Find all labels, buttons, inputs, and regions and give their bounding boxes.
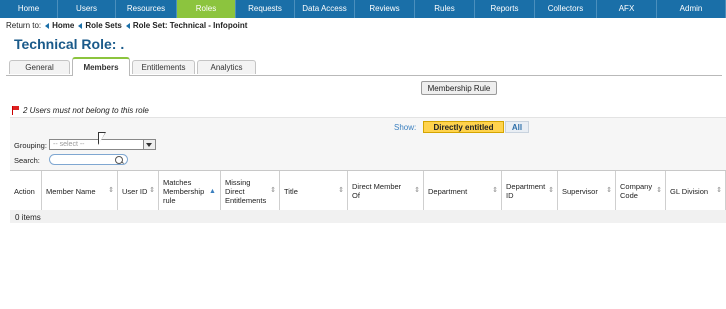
sort-icon: ⇕	[716, 187, 722, 194]
breadcrumb: Return to: Home Role Sets Role Set: Tech…	[6, 21, 247, 30]
column-header-direct-member-of[interactable]: Direct Member Of ⇕	[348, 171, 424, 211]
tab-members[interactable]: Members	[72, 57, 130, 76]
items-count: 0 items	[15, 213, 41, 222]
tab-entitlements[interactable]: Entitlements	[132, 60, 195, 74]
sort-icon: ⇕	[548, 187, 554, 194]
column-header-label: Title	[284, 186, 298, 196]
nav-requests[interactable]: Requests	[236, 0, 295, 18]
search-input[interactable]	[49, 154, 128, 165]
column-header-label: Supervisor	[562, 186, 598, 196]
search-icon[interactable]	[115, 156, 123, 164]
arrow-left-icon	[45, 22, 50, 29]
nav-reports[interactable]: Reports	[475, 0, 535, 18]
breadcrumb-label[interactable]: Role Sets	[85, 21, 121, 30]
column-header-label: User ID	[122, 186, 148, 196]
search-label: Search:	[14, 156, 40, 165]
breadcrumb-label[interactable]: Role Set: Technical - Infopoint	[133, 21, 248, 30]
arrow-left-icon	[78, 22, 83, 29]
breadcrumb-prefix: Return to:	[6, 21, 42, 30]
top-navigation: Home Users Resources Roles Requests Data…	[0, 0, 726, 18]
column-header-department-id[interactable]: Department ID ⇕	[502, 171, 558, 211]
column-header-label: Action	[14, 186, 35, 196]
nav-afx[interactable]: AFX	[597, 0, 657, 18]
breadcrumb-role-set[interactable]: Role Set: Technical - Infopoint	[125, 21, 248, 30]
show-directly-entitled-button[interactable]: Directly entitled	[423, 121, 504, 133]
sort-icon: ⇕	[270, 187, 276, 194]
sort-icon: ⇕	[606, 187, 612, 194]
membership-rule-button[interactable]: Membership Rule	[421, 81, 497, 95]
nav-reviews[interactable]: Reviews	[355, 0, 415, 18]
nav-data-access[interactable]: Data Access	[295, 0, 355, 18]
tab-analytics[interactable]: Analytics	[197, 60, 256, 74]
warning-message: 2 Users must not belong to this role	[12, 106, 149, 115]
tab-strip: General Members Entitlements Analytics	[6, 57, 722, 76]
column-header-label: Member Name	[46, 186, 96, 196]
column-header-action[interactable]: Action	[10, 171, 42, 211]
column-header-label: GL Division	[670, 186, 709, 196]
chevron-down-icon[interactable]	[143, 140, 155, 149]
nav-roles[interactable]: Roles	[177, 0, 236, 18]
sort-icon: ⇕	[149, 187, 155, 194]
table-footer	[10, 210, 726, 223]
column-header-department[interactable]: Department ⇕	[424, 171, 502, 211]
column-header-label: Direct Member Of	[352, 182, 402, 200]
sort-ascending-icon: ▲	[209, 187, 216, 195]
column-header-gl-division[interactable]: GL Division ⇕	[666, 171, 726, 211]
sort-icon: ⇕	[414, 187, 420, 194]
column-header-supervisor[interactable]: Supervisor ⇕	[558, 171, 616, 211]
mouse-cursor-fill	[99, 133, 105, 144]
nav-home[interactable]: Home	[0, 0, 58, 18]
flag-icon	[12, 106, 20, 115]
arrow-left-icon	[125, 22, 130, 29]
nav-rules[interactable]: Rules	[415, 0, 475, 18]
nav-admin[interactable]: Admin	[657, 0, 726, 18]
tab-general[interactable]: General	[9, 60, 70, 74]
show-all-button[interactable]: All	[505, 121, 529, 133]
warning-text: 2 Users must not belong to this role	[23, 106, 149, 115]
grouping-select-value: -- select --	[53, 141, 85, 148]
column-header-label: Missing Direct Entitlements	[225, 177, 267, 205]
nav-collectors[interactable]: Collectors	[535, 0, 597, 18]
page-title: Technical Role: .	[14, 36, 125, 52]
column-header-label: Matches Membership rule	[163, 177, 205, 205]
breadcrumb-home[interactable]: Home	[45, 21, 74, 30]
column-header-label: Department ID	[506, 182, 546, 200]
column-header-user-id[interactable]: User ID ⇕	[118, 171, 159, 211]
show-label: Show:	[394, 123, 417, 132]
breadcrumb-role-sets[interactable]: Role Sets	[78, 21, 122, 30]
members-table-header: Action Member Name ⇕ User ID ⇕ Matches Mem…	[10, 170, 726, 212]
column-header-company-code[interactable]: Company Code ⇕	[616, 171, 666, 211]
column-header-label: Department	[428, 186, 468, 196]
column-header-missing-direct-entitlements[interactable]: Missing Direct Entitlements ⇕	[221, 171, 280, 211]
column-header-title[interactable]: Title ⇕	[280, 171, 348, 211]
column-header-matches-membership-rule[interactable]: Matches Membership rule ▲	[159, 171, 221, 211]
sort-icon: ⇕	[338, 187, 344, 194]
grouping-label: Grouping:	[14, 141, 47, 150]
sort-icon: ⇕	[108, 187, 114, 194]
sort-icon: ⇕	[656, 187, 662, 194]
nav-resources[interactable]: Resources	[116, 0, 177, 18]
nav-users[interactable]: Users	[58, 0, 116, 18]
breadcrumb-label[interactable]: Home	[52, 21, 74, 30]
column-header-member-name[interactable]: Member Name ⇕	[42, 171, 118, 211]
column-header-label: Company Code	[620, 182, 653, 200]
sort-icon: ⇕	[492, 187, 498, 194]
